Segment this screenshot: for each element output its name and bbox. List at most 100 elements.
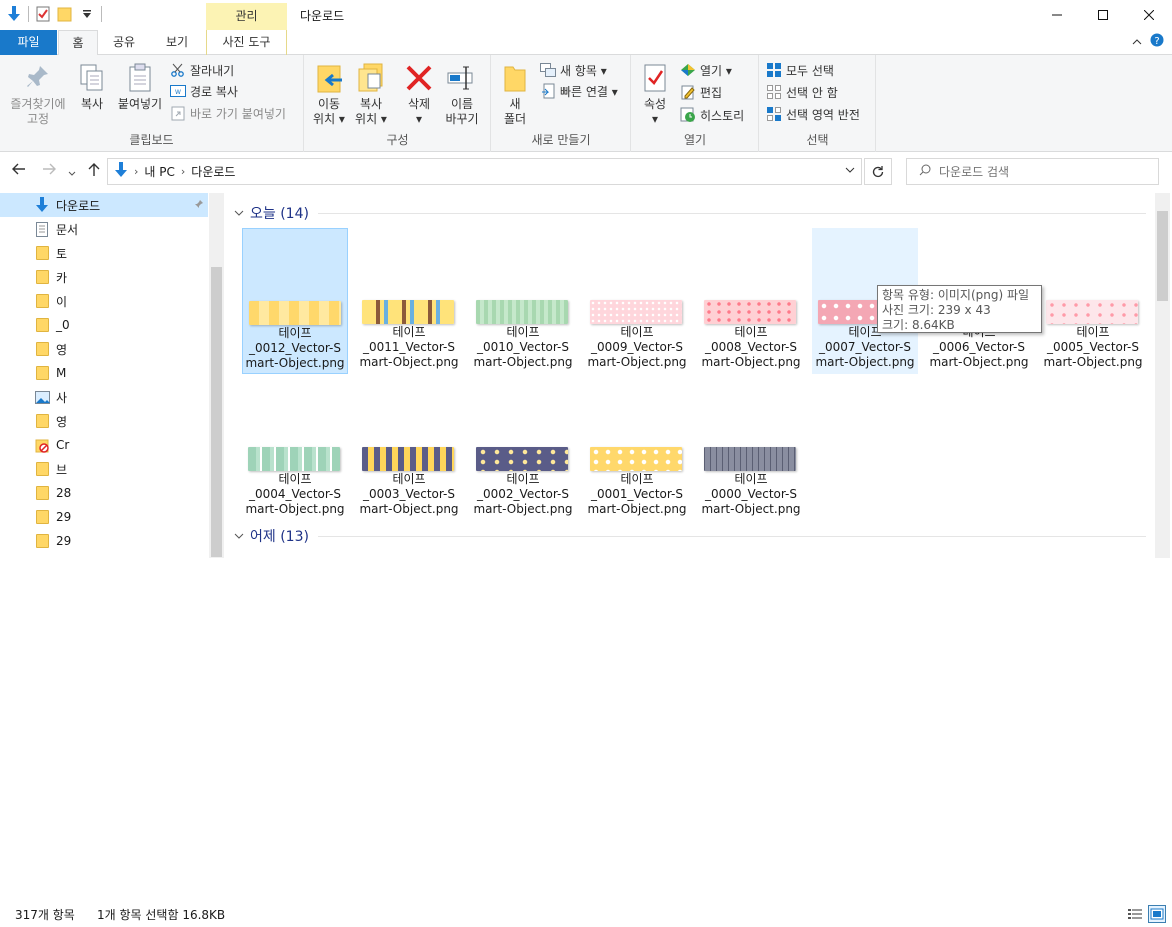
select-all-button[interactable]: 모두 선택 xyxy=(766,60,834,80)
history-icon xyxy=(680,107,696,123)
paste-shortcut-button[interactable]: 바로 가기 붙여넣기 xyxy=(170,103,286,123)
tab-view[interactable]: 보기 xyxy=(152,30,202,55)
delete-button[interactable]: 삭제 ▾ xyxy=(401,61,437,127)
chevron-right-icon[interactable]: › xyxy=(134,165,138,178)
tab-picture-tools[interactable]: 사진 도구 xyxy=(206,30,287,55)
scrollbar-thumb[interactable] xyxy=(1157,211,1168,301)
tab-home[interactable]: 홈 xyxy=(58,30,98,56)
file-tile[interactable]: 테이프 _0005_Vector-S mart-Object.png xyxy=(1040,228,1146,374)
refresh-button[interactable] xyxy=(864,158,892,185)
easy-access-button[interactable]: 빠른 연결 ▾ xyxy=(540,81,618,101)
open-button[interactable]: 열기 ▾ xyxy=(680,60,732,80)
pin-icon xyxy=(22,61,54,95)
tab-file[interactable]: 파일 xyxy=(0,30,57,55)
nav-item[interactable]: M xyxy=(0,361,66,385)
folder-icon xyxy=(34,461,50,477)
group-header-yesterday[interactable]: 어제 (13) xyxy=(234,526,309,546)
file-tile[interactable]: 테이프 _0001_Vector-S mart-Object.png xyxy=(584,375,690,521)
file-tile[interactable]: 테이프 _0003_Vector-S mart-Object.png xyxy=(356,375,462,521)
pin-quick-access-button[interactable]: 즐겨찾기에 고정 xyxy=(6,61,70,127)
search-input[interactable] xyxy=(939,164,1139,179)
context-tab-manage[interactable]: 관리 xyxy=(206,3,287,30)
file-view-scrollbar[interactable] xyxy=(1155,193,1170,558)
history-button[interactable]: 히스토리 xyxy=(680,105,744,125)
file-tile[interactable]: 테이프 _0008_Vector-S mart-Object.png xyxy=(698,228,804,374)
search-icon xyxy=(919,164,931,179)
minimize-button[interactable] xyxy=(1034,0,1080,30)
select-none-button[interactable]: 선택 안 함 xyxy=(766,82,838,102)
nav-item[interactable]: 브 xyxy=(0,457,67,481)
address-dropdown-icon[interactable] xyxy=(845,165,855,176)
large-icons-view-icon[interactable] xyxy=(1148,905,1166,923)
customize-dropdown-icon[interactable] xyxy=(79,5,95,23)
edit-button[interactable]: 편집 xyxy=(680,82,722,102)
select-all-icon xyxy=(766,62,782,78)
properties-button[interactable]: 속성 ▾ xyxy=(638,61,672,127)
new-folder-icon[interactable] xyxy=(57,5,73,23)
properties-check-icon[interactable] xyxy=(35,5,51,23)
file-tile[interactable]: 테이프 _0011_Vector-S mart-Object.png xyxy=(356,228,462,374)
file-tile[interactable]: 테이프 _0010_Vector-S mart-Object.png xyxy=(470,228,576,374)
new-item-button[interactable]: 새 항목 ▾ xyxy=(540,60,607,80)
group-header-today[interactable]: 오늘 (14) xyxy=(234,203,309,223)
breadcrumb-downloads[interactable]: 다운로드 xyxy=(191,163,235,180)
up-button[interactable] xyxy=(88,163,100,181)
copy-to-button[interactable]: 복사 위치 ▾ xyxy=(351,61,391,127)
nav-item[interactable]: 28 xyxy=(0,481,71,505)
nav-item[interactable]: 토 xyxy=(0,241,67,265)
nav-item[interactable]: 카 xyxy=(0,265,67,289)
nav-item[interactable]: _0 xyxy=(0,313,70,337)
file-tile[interactable]: 테이프 _0012_Vector-S mart-Object.png xyxy=(242,228,348,374)
copy-path-button[interactable]: W 경로 복사 xyxy=(170,81,238,101)
forward-button[interactable] xyxy=(42,163,56,179)
help-icon[interactable]: ? xyxy=(1150,33,1164,50)
search-box[interactable] xyxy=(906,158,1159,185)
nav-item[interactable]: 이 xyxy=(0,289,67,313)
scissors-icon xyxy=(170,62,186,78)
close-button[interactable] xyxy=(1126,0,1172,30)
nav-pane-scrollbar[interactable] xyxy=(209,193,224,558)
nav-item[interactable]: 영 xyxy=(0,337,67,361)
nav-item[interactable]: 사 xyxy=(0,385,67,409)
tab-share[interactable]: 공유 xyxy=(100,30,148,55)
details-view-icon[interactable] xyxy=(1126,905,1144,923)
file-tile[interactable]: 테이프 _0002_Vector-S mart-Object.png xyxy=(470,375,576,521)
file-info-tooltip: 항목 유형: 이미지(png) 파일 사진 크기: 239 x 43 크기: 8… xyxy=(877,285,1042,333)
scrollbar-thumb[interactable] xyxy=(211,267,222,557)
paste-button[interactable]: 붙여넣기 xyxy=(114,61,166,112)
chevron-right-icon[interactable]: › xyxy=(181,165,185,178)
new-folder-button[interactable]: 새 폴더 xyxy=(498,61,532,127)
pin-icon[interactable] xyxy=(194,198,204,212)
recent-locations-button[interactable] xyxy=(68,165,76,181)
file-thumbnail xyxy=(249,301,341,325)
file-thumbnail xyxy=(362,300,454,324)
nav-item[interactable]: 문서 xyxy=(0,217,78,241)
move-to-button[interactable]: 이동 위치 ▾ xyxy=(309,61,349,127)
copy-button[interactable]: 복사 xyxy=(74,61,110,112)
file-tile[interactable]: 테이프 _0000_Vector-S mart-Object.png xyxy=(698,375,804,521)
rename-button[interactable]: 이름 바꾸기 xyxy=(441,61,483,127)
collapse-ribbon-icon[interactable] xyxy=(1132,35,1142,49)
cut-button[interactable]: 잘라내기 xyxy=(170,60,234,80)
nav-item[interactable]: 영 xyxy=(0,409,67,433)
nav-item[interactable]: 29 xyxy=(0,505,71,529)
maximize-button[interactable] xyxy=(1080,0,1126,30)
new-item-icon xyxy=(540,62,556,78)
back-button[interactable] xyxy=(12,163,26,179)
nav-item-label: 영 xyxy=(56,414,68,429)
file-tile[interactable]: 테이프 _0009_Vector-S mart-Object.png xyxy=(584,228,690,374)
file-name: 테이프 _0003_Vector-S mart-Object.png xyxy=(359,472,459,516)
nav-item[interactable]: Cr xyxy=(0,433,69,457)
nav-item[interactable]: 29 xyxy=(0,529,71,553)
file-tile[interactable]: 테이프 _0004_Vector-S mart-Object.png xyxy=(242,375,348,521)
invert-selection-button[interactable]: 선택 영역 반전 xyxy=(766,104,860,124)
title-bar: 관리 다운로드 xyxy=(0,0,1172,30)
download-arrow-icon[interactable] xyxy=(6,5,22,23)
download-arrow-icon xyxy=(34,197,50,213)
address-bar[interactable]: › 내 PC › 다운로드 xyxy=(107,158,862,185)
nav-item[interactable]: 다운로드 xyxy=(0,193,208,217)
svg-text:W: W xyxy=(175,89,181,96)
download-arrow-icon xyxy=(114,162,128,181)
folder-icon xyxy=(34,269,50,285)
breadcrumb-this-pc[interactable]: 내 PC xyxy=(144,163,174,180)
